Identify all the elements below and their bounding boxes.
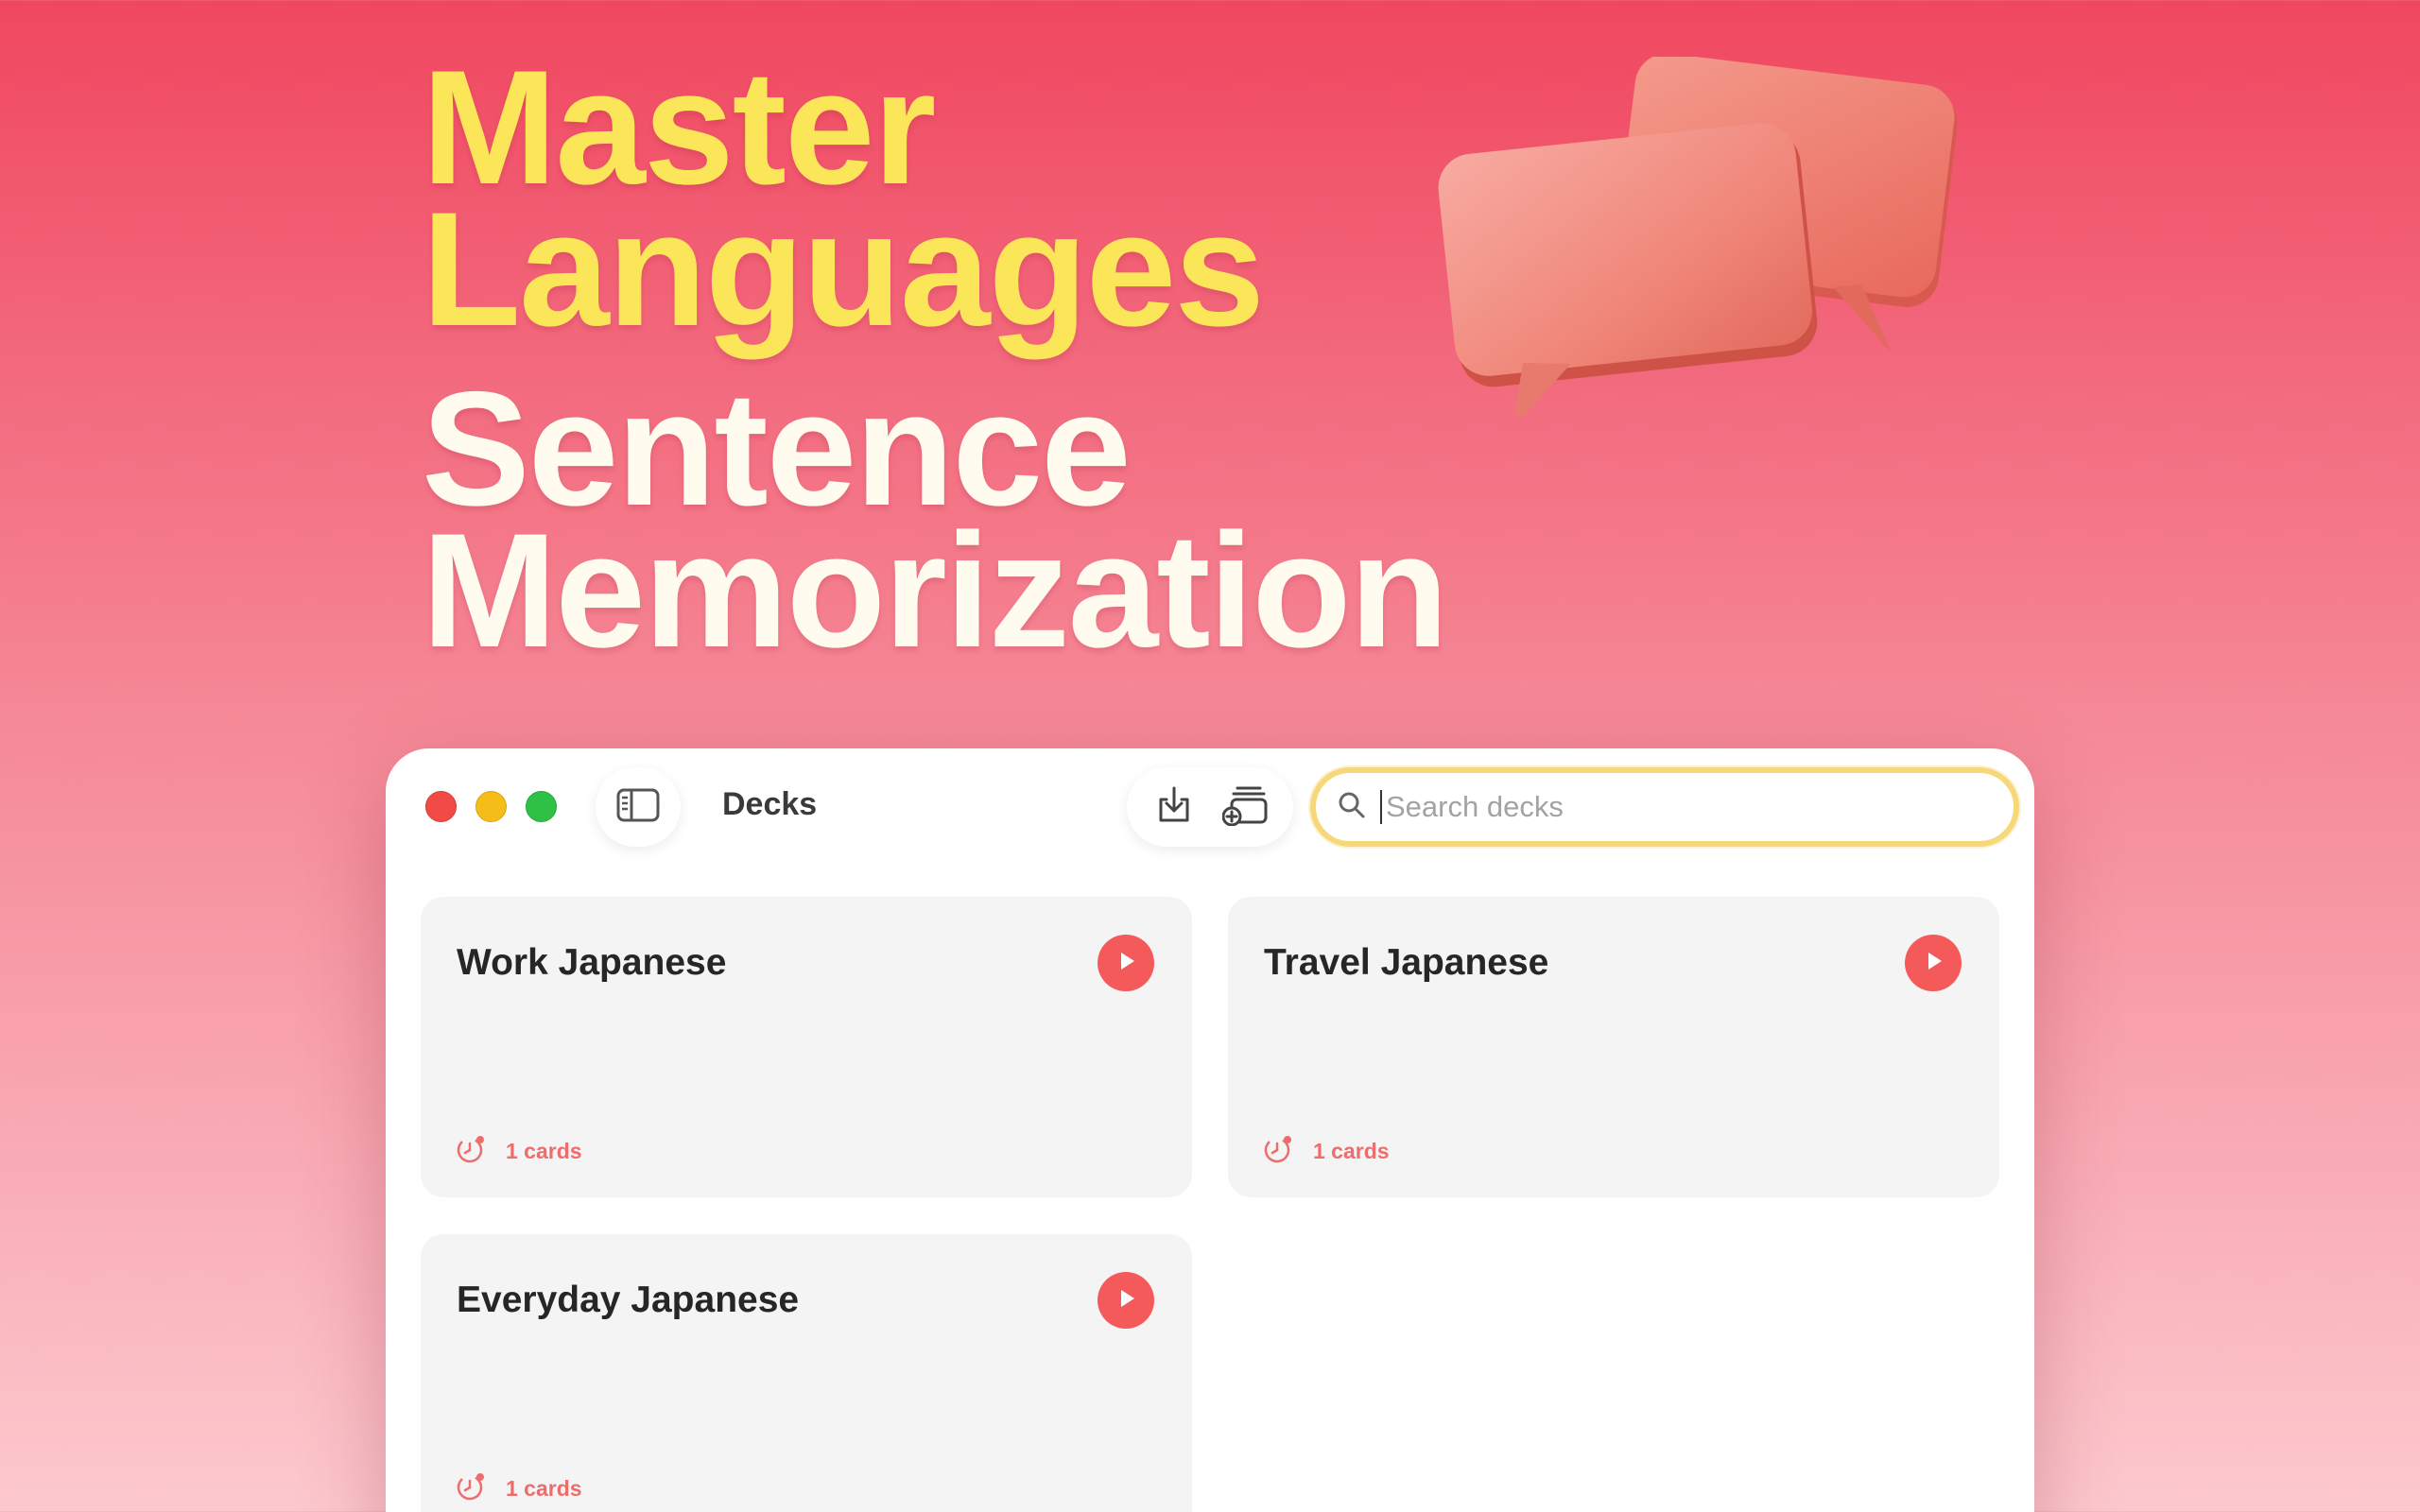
- new-deck-button[interactable]: [1218, 779, 1274, 835]
- hero-line-sentence: Sentence: [422, 358, 1132, 540]
- hero-line-master: Master: [422, 37, 936, 218]
- deck-card-count: 1 cards: [506, 1476, 582, 1501]
- play-icon: [1115, 1287, 1137, 1314]
- hero-line-languages: Languages: [422, 179, 1265, 360]
- timer-icon: [455, 1133, 487, 1170]
- app-window: Decks Search decks Work Japanese 1 cards…: [386, 748, 2034, 1512]
- window-minimize-button[interactable]: [475, 791, 507, 822]
- speech-bubbles-illustration: [1427, 53, 1976, 431]
- import-deck-button[interactable]: [1146, 779, 1202, 835]
- deck-title: Travel Japanese: [1264, 942, 1549, 983]
- deck-card[interactable]: Everyday Japanese 1 cards: [421, 1234, 1192, 1512]
- play-icon: [1922, 950, 1945, 977]
- deck-title: Everyday Japanese: [457, 1280, 800, 1320]
- search-input[interactable]: [1380, 790, 1966, 824]
- hero-headline: Master Languages Sentence Memorization: [422, 37, 1449, 681]
- deck-meta: 1 cards: [455, 1133, 582, 1170]
- search-icon: [1337, 790, 1367, 825]
- search-field[interactable]: [1310, 767, 2019, 847]
- window-title: Decks: [722, 786, 818, 822]
- play-deck-button[interactable]: [1098, 1272, 1154, 1329]
- timer-icon: [1262, 1133, 1294, 1170]
- toggle-sidebar-button[interactable]: [596, 767, 681, 847]
- play-deck-button[interactable]: [1098, 935, 1154, 991]
- stack-add-icon: [1221, 784, 1270, 831]
- deck-card[interactable]: Work Japanese 1 cards: [421, 897, 1192, 1197]
- window-close-button[interactable]: [425, 791, 457, 822]
- tray-download-icon: [1153, 784, 1195, 831]
- deck-meta: 1 cards: [1262, 1133, 1390, 1170]
- toolbar-actions: [1127, 767, 1293, 847]
- deck-card[interactable]: Travel Japanese 1 cards: [1228, 897, 1999, 1197]
- play-deck-button[interactable]: [1905, 935, 1962, 991]
- sidebar-icon: [616, 788, 660, 827]
- deck-title: Work Japanese: [457, 942, 727, 983]
- hero-line-memorization: Memorization: [422, 500, 1449, 681]
- window-maximize-button[interactable]: [526, 791, 557, 822]
- timer-icon: [455, 1470, 487, 1507]
- deck-card-count: 1 cards: [506, 1139, 582, 1163]
- deck-card-count: 1 cards: [1313, 1139, 1390, 1163]
- deck-meta: 1 cards: [455, 1470, 582, 1507]
- play-icon: [1115, 950, 1137, 977]
